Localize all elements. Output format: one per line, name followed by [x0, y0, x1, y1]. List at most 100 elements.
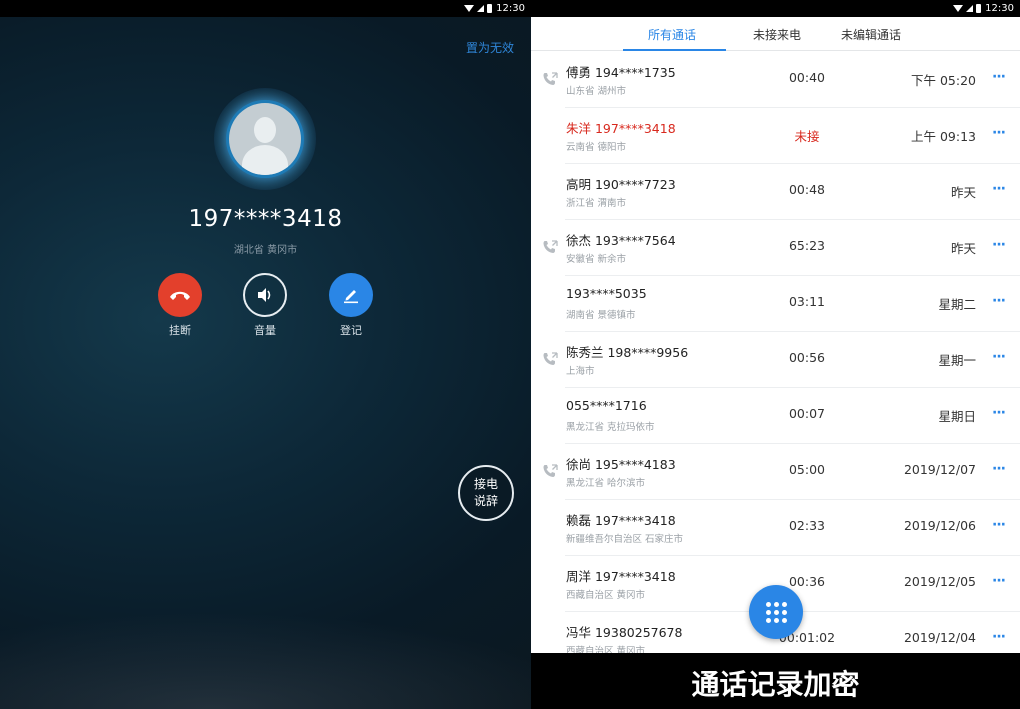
contact-name-number: 赖磊 197****3418	[566, 513, 676, 528]
signal-icon	[966, 5, 974, 12]
speaker-icon	[258, 288, 271, 302]
volume-button[interactable]	[243, 273, 287, 317]
caption-banner: 通话记录加密	[531, 653, 1020, 709]
contact-name-number: 冯华 19380257678	[566, 625, 683, 640]
status-time: 12:30	[985, 3, 1014, 14]
answer-script-button[interactable]: 接电 说辞	[458, 465, 514, 521]
call-log-row[interactable]: 徐杰 193****7564 安徽省 新余市 65:23 昨天 ···	[531, 220, 1020, 276]
callback-phone-icon	[543, 72, 558, 85]
more-options-icon[interactable]: ···	[992, 573, 1006, 589]
battery-icon	[487, 4, 493, 13]
status-time: 12:30	[496, 3, 525, 14]
call-time: 2019/12/05	[903, 574, 976, 589]
contact-location: 安徽省 新余市	[566, 254, 627, 265]
tab-unedited-calls[interactable]: 未编辑通话	[841, 26, 901, 43]
dialpad-button[interactable]	[749, 585, 803, 639]
caller-avatar-glow	[214, 88, 316, 190]
hangup-label: 挂断	[169, 324, 191, 337]
contact-location: 黑龙江省 克拉玛依市	[566, 422, 655, 433]
more-options-icon[interactable]: ···	[992, 293, 1006, 309]
contact-name-number: 徐杰 193****7564	[566, 233, 676, 248]
hangup-button[interactable]	[158, 273, 202, 317]
register-action: 登记	[327, 273, 375, 338]
call-time: 2019/12/04	[903, 630, 976, 645]
call-log-row[interactable]: 徐尚 195****4183 黑龙江省 哈尔滨市 05:00 2019/12/07 ··…	[531, 444, 1020, 500]
call-log-row[interactable]: 193****5035 湖南省 景德镇市 03:11 星期二 ···	[531, 276, 1020, 332]
status-bar-left: 12:30	[0, 0, 531, 17]
more-options-icon[interactable]: ···	[992, 349, 1006, 365]
call-log-row[interactable]: 朱洋 197****3418 云南省 德阳市 未接 上午 09:13 ···	[531, 108, 1020, 164]
contact-name-number: 傅勇 194****1735	[566, 65, 676, 80]
callback-phone-icon	[543, 240, 558, 253]
call-time: 星期二	[938, 297, 976, 312]
call-log-row[interactable]: 055****1716 黑龙江省 克拉玛依市 00:07 星期日 ···	[531, 388, 1020, 444]
mark-invalid-button[interactable]: 置为无效	[466, 39, 514, 56]
call-time: 昨天	[950, 185, 976, 200]
callback-phone-icon	[543, 464, 558, 477]
contact-location: 山东省 湖州市	[566, 86, 627, 97]
call-duration: 65:23	[788, 238, 826, 253]
contact-location: 云南省 德阳市	[566, 142, 627, 153]
call-log-row[interactable]: 傅勇 194****1735 山东省 湖州市 00:40 下午 05:20 ···	[531, 52, 1020, 108]
more-options-icon[interactable]: ···	[992, 237, 1006, 253]
contact-name-number: 高明 190****7723	[566, 177, 676, 192]
edit-pencil-icon	[344, 290, 358, 304]
call-duration: 05:00	[788, 462, 826, 477]
status-bar-right: 12:30	[531, 0, 1020, 17]
call-log-row[interactable]: 陈秀兰 198****9956 上海市 00:56 星期一 ···	[531, 332, 1020, 388]
call-duration: 03:11	[788, 294, 826, 309]
contact-name-number: 193****5035	[566, 286, 647, 301]
more-options-icon[interactable]: ···	[992, 629, 1006, 645]
active-tab-indicator	[623, 49, 726, 51]
signal-icon	[477, 5, 485, 12]
contact-name-number: 陈秀兰 198****9956	[566, 345, 689, 360]
contact-location: 西藏自治区 黄冈市	[566, 590, 646, 601]
more-options-icon[interactable]: ···	[992, 181, 1006, 197]
call-time: 星期一	[938, 353, 976, 368]
call-time: 2019/12/06	[903, 518, 976, 533]
register-button[interactable]	[329, 273, 373, 317]
caller-location: 湖北省 黄冈市	[233, 245, 298, 256]
call-time: 昨天	[950, 241, 976, 256]
call-duration: 未接	[794, 129, 820, 144]
call-duration: 00:56	[788, 350, 826, 365]
call-duration: 00:48	[788, 182, 826, 197]
more-options-icon[interactable]: ···	[992, 125, 1006, 141]
contact-name-number: 徐尚 195****4183	[566, 457, 676, 472]
volume-action: 音量	[241, 273, 289, 338]
contact-name-number: 周洋 197****3418	[566, 569, 676, 584]
hangup-phone-icon	[170, 291, 190, 300]
call-time: 2019/12/07	[903, 462, 976, 477]
call-time: 星期日	[938, 409, 976, 424]
call-duration: 02:33	[788, 518, 826, 533]
register-label: 登记	[340, 324, 362, 337]
call-time: 上午 09:13	[911, 129, 976, 144]
wifi-icon	[953, 5, 964, 12]
caller-number: 197****3418	[188, 206, 343, 232]
avatar	[229, 103, 301, 175]
call-duration: 00:40	[788, 70, 826, 85]
incoming-call-screen: 12:30 置为无效 197****3418 湖北省 黄冈市 挂断 音量 登记 …	[0, 0, 531, 709]
call-log-screen: 所有通话 未接来电 未编辑通话 傅勇 194****1735 山东省 湖州市 00:…	[531, 17, 1020, 653]
more-options-icon[interactable]: ···	[992, 405, 1006, 421]
answer-script-line2: 说辞	[473, 494, 498, 508]
contact-name-number: 朱洋 197****3418	[566, 121, 676, 136]
callback-phone-icon	[543, 352, 558, 365]
contact-location: 新疆维吾尔自治区 石家庄市	[566, 534, 684, 545]
tab-missed-calls[interactable]: 未接来电	[753, 26, 801, 43]
more-options-icon[interactable]: ···	[992, 517, 1006, 533]
battery-icon	[976, 4, 982, 13]
wifi-icon	[464, 5, 475, 12]
more-options-icon[interactable]: ···	[992, 69, 1006, 85]
hangup-action: 挂断	[156, 273, 204, 338]
answer-script-line1: 接电	[473, 477, 498, 491]
call-log-row[interactable]: 赖磊 197****3418 新疆维吾尔自治区 石家庄市 02:33 2019/12/…	[531, 500, 1020, 556]
screenshot-root: 12:30 置为无效 197****3418 湖北省 黄冈市 挂断 音量 登记 …	[0, 0, 1020, 709]
tab-all-calls[interactable]: 所有通话	[648, 26, 696, 43]
contact-location: 湖南省 景德镇市	[566, 310, 636, 321]
contact-location: 浙江省 渭南市	[566, 198, 627, 209]
call-duration: 00:07	[788, 406, 826, 421]
contact-location: 西藏自治区 黄冈市	[566, 646, 646, 653]
call-log-row[interactable]: 高明 190****7723 浙江省 渭南市 00:48 昨天 ···	[531, 164, 1020, 220]
more-options-icon[interactable]: ···	[992, 461, 1006, 477]
